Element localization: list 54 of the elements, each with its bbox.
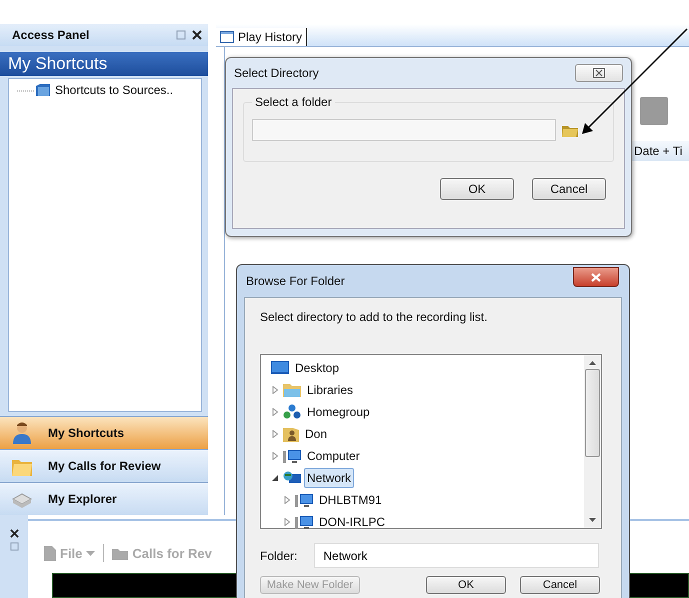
document-icon xyxy=(44,546,56,560)
expander-icon[interactable] xyxy=(271,474,279,482)
dialog-button[interactable]: OK xyxy=(426,576,506,594)
tree-item[interactable]: Shortcuts to Sources.. xyxy=(55,83,174,97)
nav-button[interactable]: My Explorer xyxy=(0,482,208,515)
panel-title: Access Panel xyxy=(12,28,90,42)
folder-icon[interactable] xyxy=(562,124,578,136)
dialog-prompt: Select directory to add to the recording list. xyxy=(260,310,488,324)
tree-item[interactable]: Homegroup xyxy=(304,402,373,422)
dialog-title: Browse For Folder xyxy=(246,274,345,288)
nav-button[interactable]: My Calls for Review xyxy=(0,449,208,482)
folder-icon xyxy=(283,383,301,397)
globe-computer-icon xyxy=(283,470,301,486)
monitor-icon xyxy=(271,361,289,375)
scroll-down-icon[interactable] xyxy=(589,518,596,522)
nav-button[interactable]: My Shortcuts xyxy=(0,416,208,449)
dialog-button[interactable]: OK xyxy=(440,178,514,200)
folder-field[interactable]: Network xyxy=(314,543,600,568)
tree-item[interactable]: Desktop xyxy=(292,358,342,378)
computer-icon xyxy=(295,514,313,530)
dialog-button[interactable]: Cancel xyxy=(532,178,606,200)
caret-icon xyxy=(86,550,96,556)
field-label: Folder: xyxy=(260,548,298,562)
close-icon xyxy=(593,68,605,78)
section-header: My Shortcuts xyxy=(0,52,208,76)
close-icon[interactable] xyxy=(192,30,202,40)
dialog-button[interactable]: Cancel xyxy=(520,576,600,594)
tree-item[interactable]: DON-IRLPC xyxy=(316,512,388,532)
restore-icon[interactable] xyxy=(10,542,18,551)
restore-icon[interactable] xyxy=(176,30,186,40)
computer-icon xyxy=(283,448,301,464)
folder-field[interactable] xyxy=(252,119,556,141)
dialog-title: Select Directory xyxy=(234,66,319,80)
network-icon xyxy=(283,404,301,420)
scroll-up-icon[interactable] xyxy=(589,361,596,365)
scroll-thumb[interactable] xyxy=(585,369,600,457)
folder-icon xyxy=(112,546,128,560)
tree-item[interactable]: Network xyxy=(304,468,354,488)
close-button[interactable] xyxy=(575,64,623,82)
person-icon xyxy=(10,421,34,445)
window-icon xyxy=(220,31,234,43)
scrollbar[interactable] xyxy=(584,355,601,528)
folder-icon xyxy=(17,83,51,97)
tree-item[interactable]: Libraries xyxy=(304,380,356,400)
close-icon xyxy=(591,272,601,282)
tree-item[interactable]: Computer xyxy=(304,446,363,466)
group-label: Select a folder xyxy=(254,95,333,109)
close-icon[interactable] xyxy=(10,529,18,538)
tree-item[interactable]: DHLBTM91 xyxy=(316,490,385,510)
tree-item[interactable]: Don xyxy=(302,424,330,444)
user-folder-icon xyxy=(283,426,299,442)
computer-icon xyxy=(295,492,313,508)
close-button[interactable] xyxy=(573,267,619,287)
tab[interactable]: Play History xyxy=(216,28,308,46)
